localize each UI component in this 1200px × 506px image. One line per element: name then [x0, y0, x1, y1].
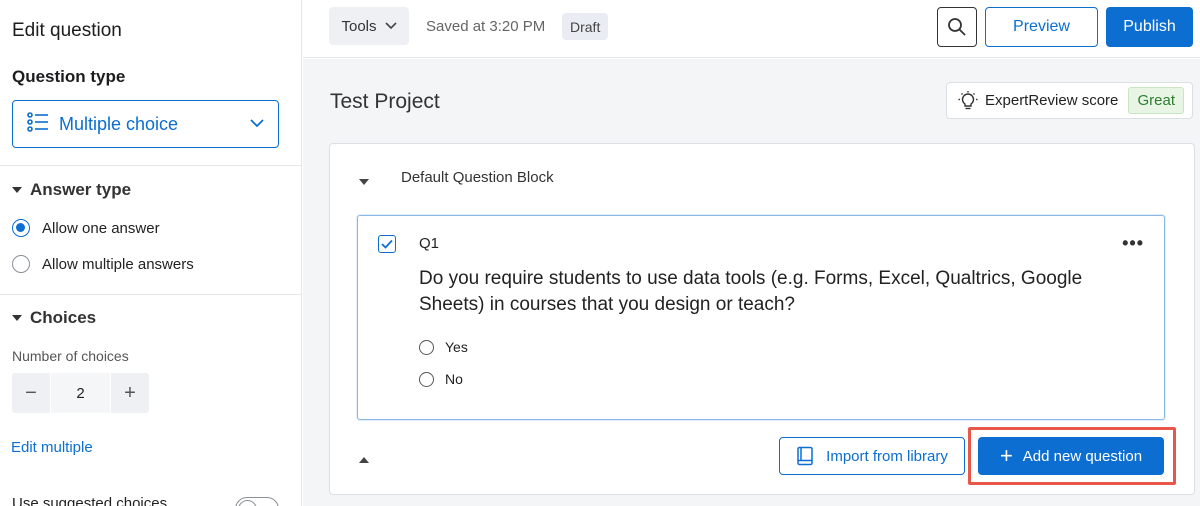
- caret-down-icon: [12, 315, 22, 321]
- question-type-dropdown[interactable]: Multiple choice: [12, 100, 279, 148]
- answer-type-section-toggle[interactable]: Answer type: [12, 180, 131, 200]
- chevron-down-icon: [384, 22, 397, 30]
- lightbulb-icon: [958, 90, 978, 109]
- search-button[interactable]: [937, 7, 977, 47]
- sidebar-title: Edit question: [12, 20, 122, 41]
- expert-review-score-badge: Great: [1128, 87, 1184, 114]
- checkmark-icon: [381, 239, 393, 249]
- question-number: Q1: [419, 235, 440, 252]
- radio-unchecked-icon: [419, 339, 434, 355]
- choices-stepper: − 2 +: [12, 373, 149, 413]
- chevron-down-icon: [250, 115, 264, 133]
- question-type-value: Multiple choice: [59, 113, 179, 134]
- tools-label: Tools: [341, 17, 377, 35]
- divider: [0, 294, 301, 295]
- suggested-choices-toggle[interactable]: [235, 497, 279, 506]
- choices-count[interactable]: 2: [50, 373, 111, 413]
- list-icon: [27, 111, 49, 137]
- choice-label: Yes: [445, 339, 468, 355]
- book-icon: [797, 446, 813, 466]
- choices-section-toggle[interactable]: Choices: [12, 308, 96, 328]
- expert-review-button[interactable]: ExpertReview score Great: [946, 82, 1193, 119]
- expert-review-label: ExpertReview score: [985, 92, 1119, 109]
- number-of-choices-label: Number of choices: [12, 348, 129, 364]
- choice-option[interactable]: No: [419, 371, 463, 387]
- choices-heading: Choices: [30, 308, 97, 327]
- add-new-question-button[interactable]: + Add new question: [978, 437, 1164, 475]
- edit-question-sidebar: Edit question Question type Multiple cho…: [0, 0, 302, 506]
- add-question-label: Add new question: [1022, 447, 1143, 465]
- block-name: Default Question Block: [401, 169, 554, 186]
- choice-label: No: [445, 371, 463, 387]
- choice-option[interactable]: Yes: [419, 339, 468, 355]
- top-toolbar: Tools Saved at 3:20 PM Draft Preview Pub…: [303, 0, 1200, 58]
- plus-icon: +: [999, 443, 1013, 468]
- caret-down-icon: [12, 187, 22, 193]
- radio-unchecked-icon: [419, 371, 434, 387]
- decrement-button[interactable]: −: [12, 373, 50, 413]
- radio-label: Allow one answer: [42, 219, 160, 237]
- radio-unchecked-icon: [12, 255, 30, 273]
- status-badge: Draft: [562, 13, 609, 40]
- divider: [0, 165, 301, 166]
- caret-up-icon[interactable]: [359, 457, 369, 463]
- tools-menu-button[interactable]: Tools: [329, 7, 409, 45]
- question-block: Default Question Block Q1 ••• Do you req…: [329, 143, 1195, 495]
- preview-button[interactable]: Preview: [985, 7, 1098, 47]
- search-icon: [948, 18, 966, 36]
- question-card[interactable]: Q1 ••• Do you require students to use da…: [357, 215, 1165, 420]
- page-title: Test Project: [330, 90, 440, 113]
- import-from-library-button[interactable]: Import from library: [779, 437, 965, 475]
- radio-allow-one-answer[interactable]: Allow one answer: [12, 219, 160, 237]
- publish-button[interactable]: Publish: [1106, 7, 1193, 47]
- import-label: Import from library: [826, 447, 948, 465]
- more-options-icon[interactable]: •••: [1122, 233, 1144, 254]
- question-text[interactable]: Do you require students to use data tool…: [419, 266, 1139, 318]
- increment-button[interactable]: +: [111, 373, 149, 413]
- survey-editor-canvas: Test Project ExpertReview score Great De…: [303, 59, 1200, 506]
- suggested-choices-label: Use suggested choices: [12, 495, 168, 506]
- edit-multiple-link[interactable]: Edit multiple: [11, 439, 93, 456]
- saved-status: Saved at 3:20 PM: [426, 18, 546, 35]
- answer-type-heading: Answer type: [30, 180, 132, 199]
- block-collapse-caret-icon[interactable]: [359, 179, 369, 185]
- radio-label: Allow multiple answers: [42, 255, 194, 273]
- radio-checked-icon: [12, 219, 30, 237]
- question-select-checkbox[interactable]: [378, 235, 396, 253]
- question-type-heading: Question type: [12, 67, 126, 86]
- radio-allow-multiple-answers[interactable]: Allow multiple answers: [12, 255, 194, 273]
